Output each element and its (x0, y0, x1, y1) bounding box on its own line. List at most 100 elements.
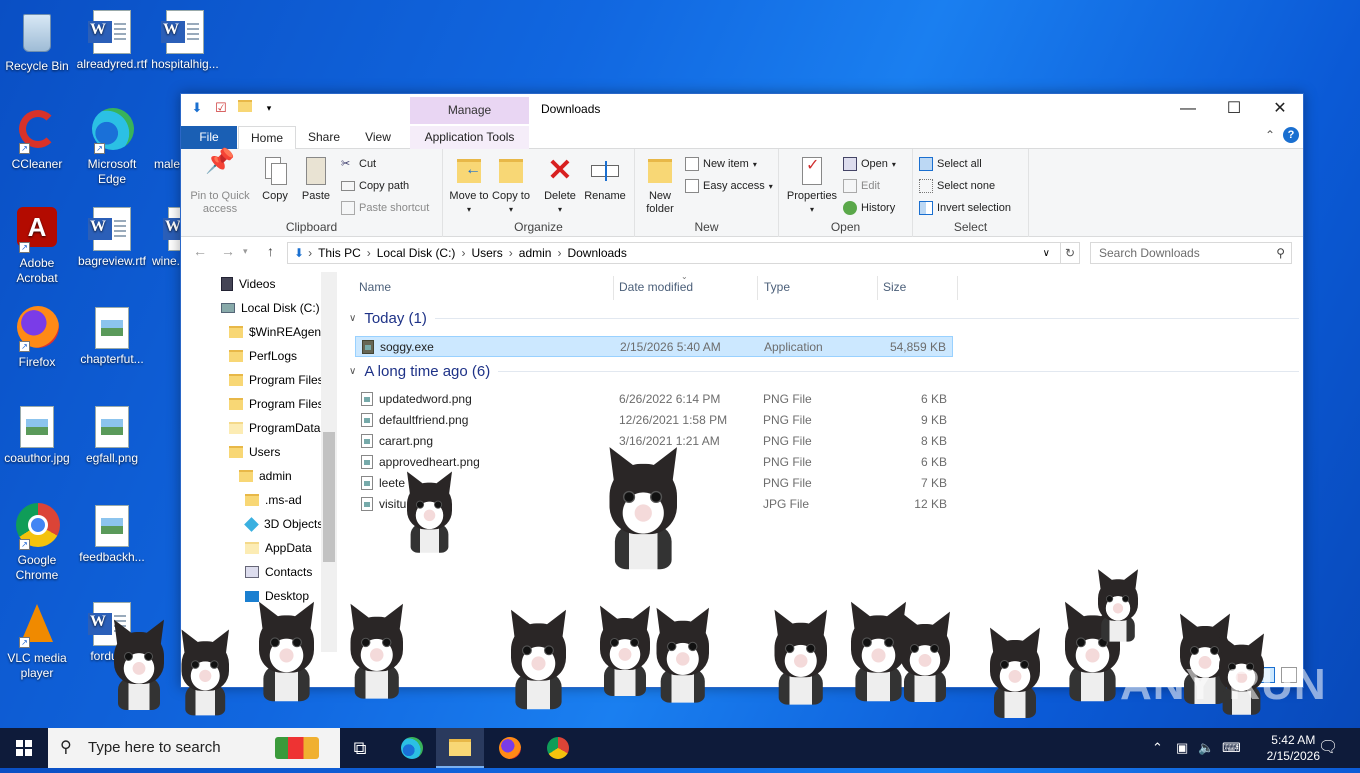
edit-button[interactable]: Edit (843, 177, 880, 195)
table-row[interactable]: soggy.exe 2/15/2026 5:40 AM Application 54,… (355, 336, 953, 357)
nav-scrollbar[interactable] (321, 272, 337, 652)
nav-item[interactable]: 3D Objects (244, 512, 323, 536)
nav-item[interactable]: Local Disk (C:) (221, 296, 320, 320)
nav-item[interactable]: $WinREAgent (229, 320, 324, 344)
history-button[interactable]: History (843, 199, 895, 217)
desktop-icon-microsoft-edge[interactable]: ↗ Microsoft Edge (75, 106, 149, 187)
customize-dropdown-icon[interactable]: ▾ (261, 100, 277, 116)
column-header-size[interactable]: Size (883, 280, 906, 300)
new-folder-button[interactable]: New folder (639, 155, 681, 216)
nav-item[interactable]: Users (229, 440, 280, 464)
desktop-icon-ccleaner[interactable]: ↗ CCleaner (0, 106, 74, 172)
invert-selection-button[interactable]: Invert selection (919, 199, 1011, 217)
taskbar-file-explorer[interactable] (436, 728, 484, 768)
back-arrow-icon[interactable]: ← (193, 243, 207, 259)
address-dropdown-icon[interactable]: ∨ (1043, 248, 1050, 259)
copy-path-button[interactable]: Copy path (341, 177, 409, 195)
taskbar-edge[interactable] (388, 728, 436, 768)
desktop-icon-hospitalhig[interactable]: hospitalhig... (148, 8, 222, 72)
notifications-icon[interactable]: 🗨 (1318, 728, 1338, 768)
column-header-name[interactable]: Name (359, 280, 391, 300)
breadcrumb-this-pc[interactable]: This PC (318, 246, 361, 260)
properties-button[interactable]: ✓ Properties ▾ (783, 155, 841, 216)
nav-item[interactable]: AppData (245, 536, 312, 560)
close-button[interactable]: ✕ (1257, 94, 1303, 124)
desktop-icon-firefox[interactable]: ↗ Firefox (0, 304, 74, 370)
tab-view[interactable]: View (353, 126, 403, 149)
rename-button[interactable]: Rename (583, 155, 627, 203)
taskbar-clock[interactable]: 5:42 AM 2/15/2026 (1267, 732, 1320, 764)
breadcrumb-downloads[interactable]: Downloads (567, 246, 626, 260)
help-icon[interactable]: ? (1283, 127, 1299, 143)
pin-to-quick-access-button[interactable]: 📌 Pin to Quick access (185, 150, 255, 216)
properties-icon[interactable]: ☑ (213, 100, 229, 116)
paste-button[interactable]: Paste (295, 155, 337, 203)
desktop-icon-egfall[interactable]: egfall.png (75, 403, 149, 466)
nav-scrollbar-thumb[interactable] (323, 432, 335, 562)
manage-tab[interactable]: Manage (410, 97, 529, 124)
taskbar-firefox[interactable] (486, 728, 534, 768)
group-header[interactable]: ∨ A long time ago (6) (349, 363, 1299, 380)
desktop-icon-adobe-acrobat[interactable]: A ↗ Adobe Acrobat (0, 205, 74, 286)
nav-item[interactable]: Contacts (245, 560, 312, 584)
show-hidden-icons[interactable]: ⌃ (1152, 728, 1163, 768)
nav-item[interactable]: ProgramData (229, 416, 320, 440)
breadcrumb-admin[interactable]: admin (519, 246, 552, 260)
tab-file[interactable]: File (181, 126, 237, 149)
column-header-date[interactable]: Date modified (619, 280, 693, 300)
minimize-button[interactable]: — (1165, 94, 1211, 124)
taskbar-chrome[interactable] (534, 728, 582, 768)
desktop-icon-vlc[interactable]: ↗ VLC media player (0, 600, 74, 681)
breadcrumb-users[interactable]: Users (471, 246, 502, 260)
column-header-type[interactable]: Type (764, 280, 790, 300)
forward-arrow-icon[interactable]: → (221, 243, 235, 259)
tab-share[interactable]: Share (299, 126, 349, 149)
input-indicator-icon[interactable]: ⌨ (1222, 728, 1241, 768)
nav-item[interactable]: .ms-ad (245, 488, 302, 512)
table-row[interactable]: defaultfriend.png 12/26/2021 1:58 PM PNG F… (355, 410, 953, 431)
group-header[interactable]: ∨ Today (1) (349, 310, 1299, 327)
desktop-icon-alreadyred[interactable]: alreadyred.rtf (75, 8, 149, 72)
start-button[interactable] (0, 728, 48, 768)
nav-item[interactable]: admin (239, 464, 292, 488)
down-arrow-icon[interactable]: ⬇ (189, 100, 205, 116)
move-to-button[interactable]: ← Move to ▾ (449, 155, 489, 216)
open-button[interactable]: Open ▾ (843, 155, 896, 173)
desktop-icon-chapterfut[interactable]: chapterfut... (75, 304, 149, 367)
gift-widget[interactable] (262, 728, 332, 768)
maximize-button[interactable]: ☐ (1211, 94, 1257, 124)
copy-button[interactable]: Copy (255, 155, 295, 203)
address-bar[interactable]: ⬇ › This PC › Local Disk (C:) › Users › … (287, 242, 1061, 264)
tab-home[interactable]: Home (238, 126, 296, 150)
refresh-button[interactable]: ↻ (1060, 242, 1080, 264)
select-none-button[interactable]: Select none (919, 177, 995, 195)
paste-shortcut-button[interactable]: Paste shortcut (341, 199, 429, 217)
nav-item[interactable]: PerfLogs (229, 344, 297, 368)
desktop-icon-coauthor[interactable]: coauthor.jpg (0, 403, 74, 466)
task-view-button[interactable]: ⧉ (336, 728, 384, 768)
3d-objects-icon (244, 516, 259, 532)
collapse-ribbon-icon[interactable]: ⌃ (1265, 128, 1275, 142)
easy-access-button[interactable]: Easy access ▾ (685, 177, 773, 195)
table-row[interactable]: updatedword.png 6/26/2022 6:14 PM PNG File… (355, 389, 953, 410)
breadcrumb-local-disk[interactable]: Local Disk (C:) (377, 246, 456, 260)
meet-now-icon[interactable]: ▣ (1176, 728, 1188, 768)
new-item-button[interactable]: New item ▾ (685, 155, 757, 173)
copy-to-button[interactable]: Copy to ▾ (491, 155, 531, 216)
desktop-icon-recycle-bin[interactable]: Recycle Bin (0, 8, 74, 74)
nav-item[interactable]: Videos (221, 272, 275, 296)
tab-application-tools[interactable]: Application Tools (410, 126, 529, 149)
new-folder-icon[interactable] (237, 100, 253, 116)
nav-item[interactable]: Program Files (229, 368, 324, 392)
select-all-button[interactable]: Select all (919, 155, 982, 173)
volume-icon[interactable]: 🔈 (1198, 728, 1214, 768)
delete-button[interactable]: ✕ Delete ▾ (539, 155, 581, 216)
search-input[interactable]: Search Downloads ⚲ (1090, 242, 1292, 264)
cut-button[interactable]: ✂ Cut (341, 155, 376, 173)
desktop-icon-bagreview[interactable]: bagreview.rtf (75, 205, 149, 269)
nav-item[interactable]: Program Files (229, 392, 324, 416)
desktop-icon-google-chrome[interactable]: ↗ Google Chrome (0, 502, 74, 583)
recent-locations-icon[interactable]: ▾ (243, 246, 248, 257)
up-arrow-icon[interactable]: ↑ (267, 243, 274, 259)
desktop-icon-feedbackh[interactable]: feedbackh... (75, 502, 149, 565)
